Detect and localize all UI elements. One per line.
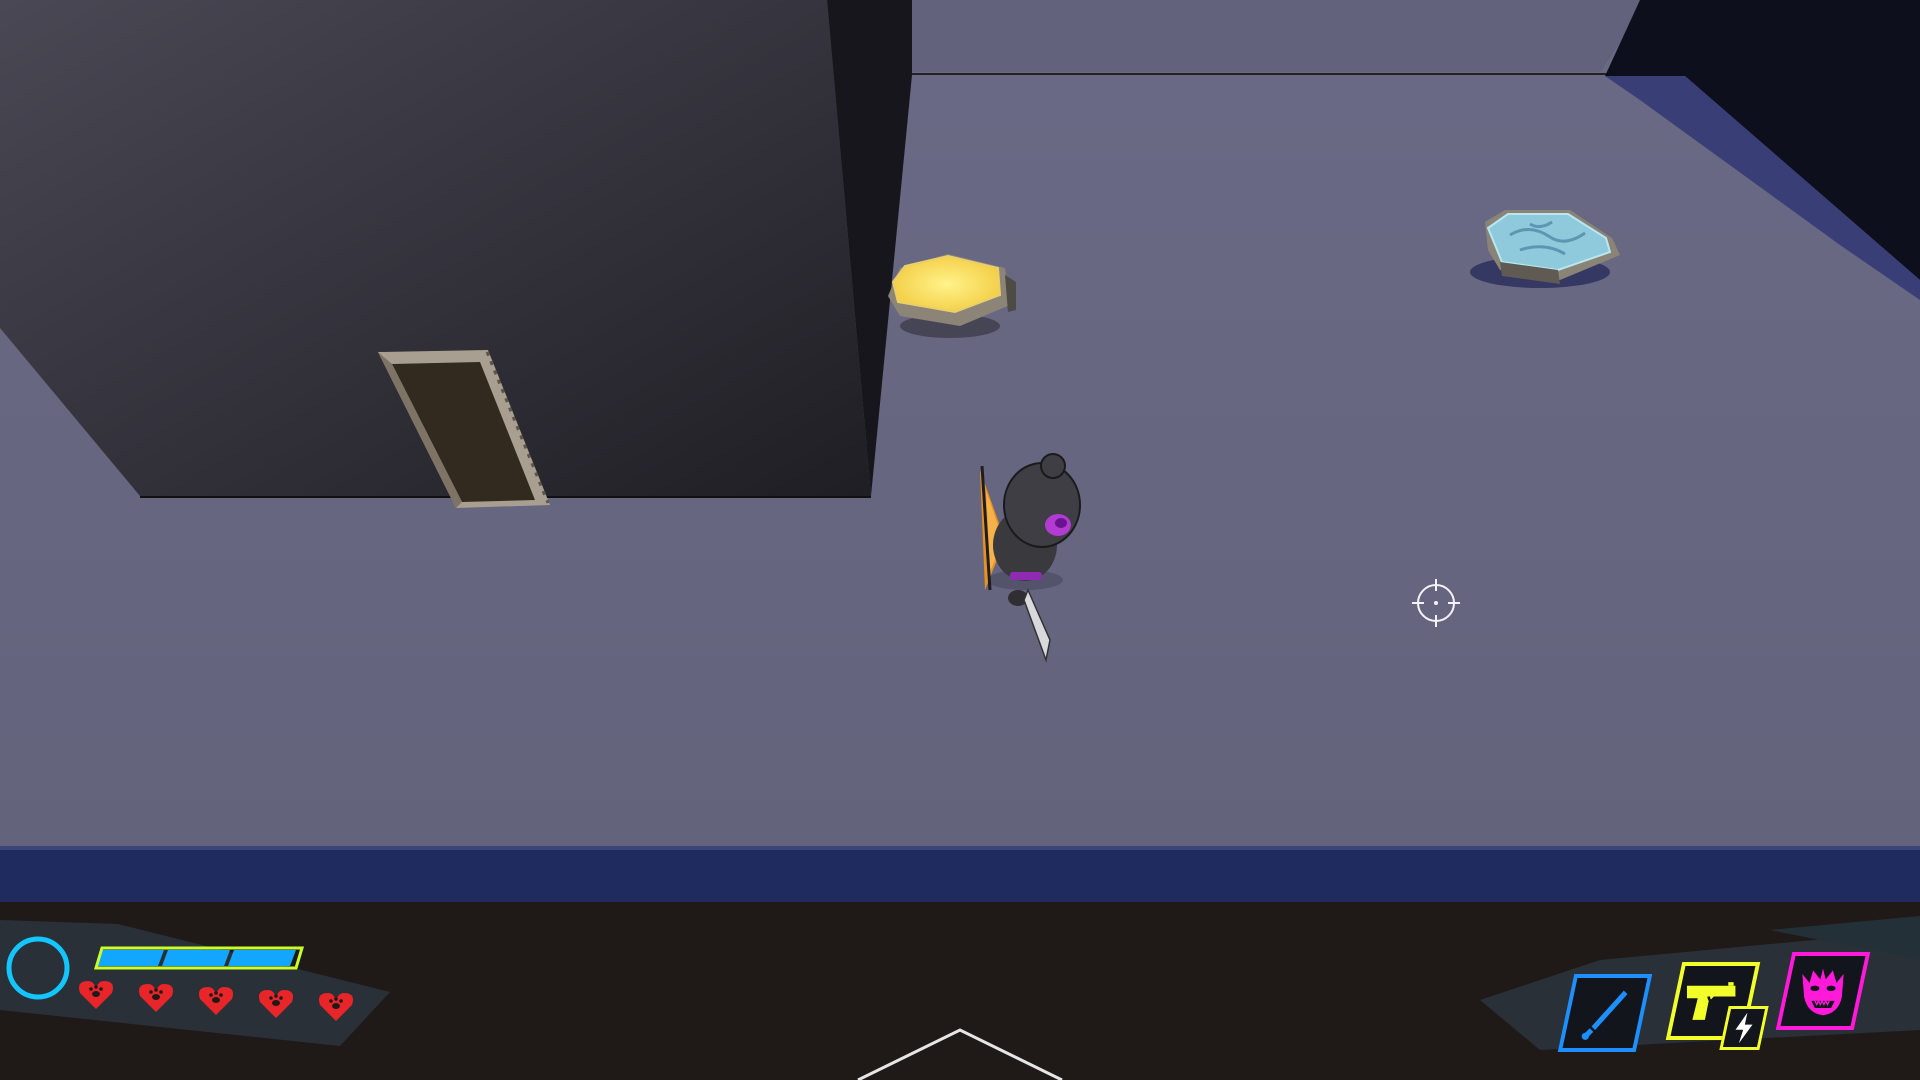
stamina-bar: [93, 946, 305, 970]
stamina-segment: [162, 950, 230, 966]
ability-slot-knife[interactable]: [1557, 974, 1653, 1052]
knife-icon: [1581, 990, 1628, 1040]
beast-face-icon: [1802, 968, 1844, 1016]
stamina-segment: [96, 950, 164, 966]
yellow-hex-pad[interactable]: [888, 254, 1016, 338]
stamina-segment: [228, 950, 296, 966]
back-floor: [912, 0, 1650, 72]
floor-ledge: [0, 848, 1920, 904]
ability-slot-beast[interactable]: [1775, 952, 1871, 1030]
lightning-icon: [1735, 1012, 1753, 1044]
game-viewport[interactable]: [0, 0, 1920, 1080]
ledge-top-edge: [0, 846, 1920, 850]
